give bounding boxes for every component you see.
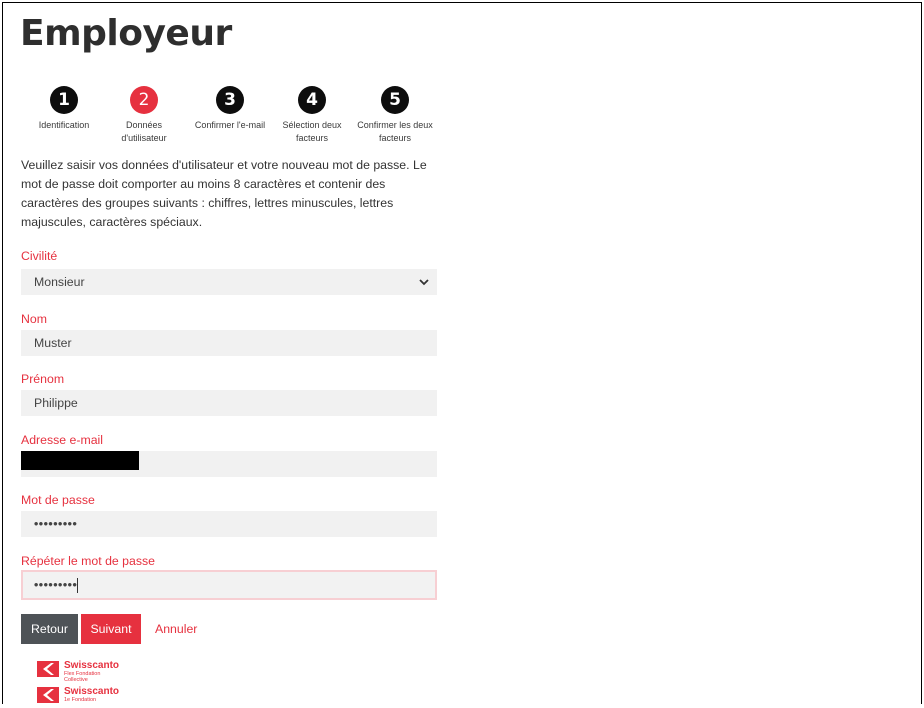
text-caret <box>77 578 79 594</box>
page-title: Employeur <box>20 13 232 54</box>
swisscanto-mark-icon <box>37 661 59 677</box>
step-label-2: Données d'utilisateur <box>121 120 167 143</box>
step-label-3: Confirmer l'e-mail <box>194 120 266 130</box>
civilite-select[interactable]: Monsieur <box>21 269 437 295</box>
logo-sub: Flex Fondation Collective <box>64 671 101 683</box>
logo-sub: 1e Fondation <box>64 697 97 703</box>
step-label-5: Confirmer les deux facteurs <box>357 120 433 143</box>
step-5: 5 Confirmer les deux facteurs <box>355 86 435 145</box>
password-label: Mot de passe <box>21 493 95 507</box>
back-button[interactable]: Retour <box>21 614 78 644</box>
swisscanto-flex-logo: Swisscanto Flex Fondation Collective <box>37 660 147 683</box>
step-3: 3 Confirmer l'e-mail <box>190 86 270 132</box>
prenom-value: Philippe <box>34 396 78 410</box>
logo-brand: Swisscanto <box>64 686 120 697</box>
cancel-link[interactable]: Annuler <box>155 622 197 636</box>
prenom-input[interactable]: Philippe <box>21 390 437 416</box>
stepper: 1 Identification 2 Données d'utilisateur… <box>20 86 460 148</box>
step-1: 1 Identification <box>24 86 104 132</box>
password-repeat-value: ••••••••• <box>34 578 78 592</box>
next-button[interactable]: Suivant <box>81 614 141 644</box>
step-4: 4 Sélection deux facteurs <box>272 86 352 145</box>
logo-brand: Swisscanto <box>64 660 120 671</box>
step-number-1: 1 <box>50 86 78 114</box>
step-number-4: 4 <box>298 86 326 114</box>
instructions-text: Veuillez saisir vos données d'utilisateu… <box>21 158 427 229</box>
civilite-label: Civilité <box>21 249 58 263</box>
password-input[interactable]: ••••••••• <box>21 511 437 537</box>
prenom-label: Prénom <box>21 372 65 386</box>
redaction-block <box>21 451 139 470</box>
step-2: 2 Données d'utilisateur <box>104 86 184 145</box>
step-number-5: 5 <box>381 86 409 114</box>
swisscanto-1e-logo: Swisscanto 1e Fondation <box>37 686 147 706</box>
swisscanto-mark-icon <box>37 687 59 703</box>
nom-value: Muster <box>34 336 72 350</box>
nom-input[interactable]: Muster <box>21 330 437 356</box>
password-repeat-input[interactable]: ••••••••• <box>21 570 437 600</box>
step-number-3: 3 <box>216 86 244 114</box>
password-repeat-label: Répéter le mot de passe <box>21 554 155 568</box>
step-number-2: 2 <box>130 86 158 114</box>
civilite-value: Monsieur <box>34 275 85 289</box>
email-label: Adresse e-mail <box>21 433 104 447</box>
nom-label: Nom <box>21 312 47 326</box>
chevron-down-icon <box>419 279 429 286</box>
step-label-1: Identification <box>38 120 90 130</box>
password-value: ••••••••• <box>34 517 78 531</box>
step-label-4: Sélection deux facteurs <box>282 120 342 143</box>
